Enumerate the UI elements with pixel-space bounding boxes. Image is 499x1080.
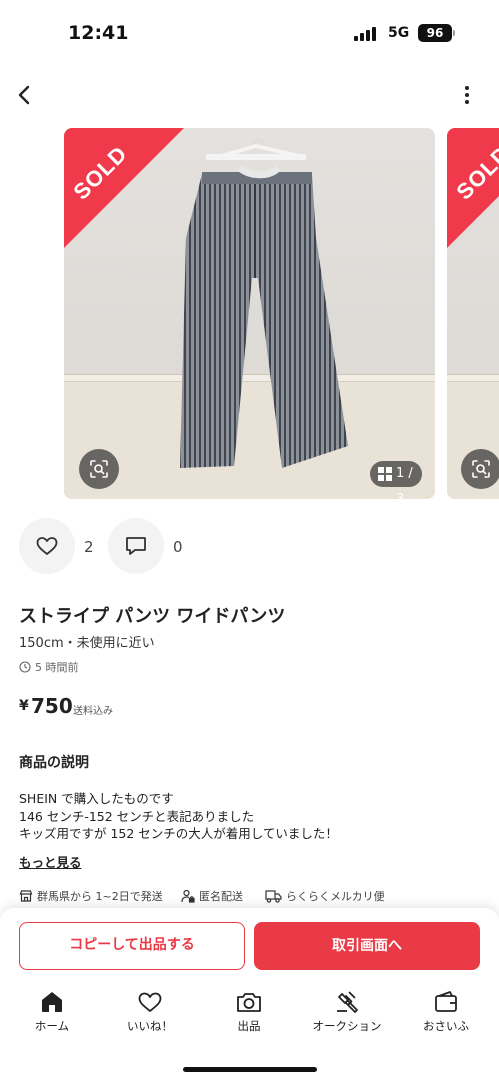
tab-label: おさいふ — [423, 1019, 469, 1033]
tab-label: ホーム — [34, 1019, 70, 1033]
status-bar: 12:41 5G 96 — [0, 0, 499, 64]
battery-icon: 96 — [418, 24, 452, 42]
more-vertical-icon — [465, 86, 469, 104]
heart-icon — [138, 992, 162, 1012]
zoom-button[interactable] — [461, 449, 499, 489]
description-line: SHEIN で購入したものです — [19, 791, 174, 806]
like-count: 2 — [84, 538, 94, 556]
comment-icon — [126, 537, 146, 555]
item-title: ストライプ パンツ ワイドパンツ — [19, 606, 286, 627]
shipping-method-label: らくらくメルカリ便 — [286, 890, 385, 903]
anonymous-shipping: 匿名配送 — [181, 888, 243, 904]
more-options-button[interactable] — [454, 80, 480, 110]
scan-icon — [472, 460, 490, 478]
grid-icon — [378, 467, 392, 481]
price: 750 — [31, 694, 73, 718]
clock-icon — [19, 661, 31, 673]
wallet-icon — [435, 991, 457, 1012]
network-label: 5G — [388, 25, 410, 41]
battery-tip — [453, 30, 455, 36]
posted-time: 5 時間前 — [19, 659, 79, 675]
tab-home[interactable]: ホーム — [12, 990, 92, 1034]
tab-sell[interactable]: 出品 — [209, 990, 289, 1034]
zoom-button[interactable] — [79, 449, 119, 489]
signal-icon — [354, 27, 378, 41]
image-counter[interactable]: 1 / 3 — [370, 461, 422, 499]
bottom-panel: コピーして出品する 取引画面へ ホーム いいね！ 出品 オークション おさいふ — [0, 908, 499, 1080]
description-line: キッズ用ですが 152 センチの大人が着用していました！ — [19, 826, 338, 841]
sold-ribbon: SOLD — [64, 128, 184, 248]
description-text: SHEIN で購入したものです 146 センチ-152 センチと表記ありました … — [19, 790, 338, 843]
home-indicator — [183, 1067, 317, 1072]
sold-ribbon: SOLD — [447, 128, 499, 248]
item-subtitle: 150cm・未使用に近い — [19, 636, 155, 651]
back-button[interactable] — [10, 80, 40, 110]
shipping-origin: 群馬県から 1~2日で発送 — [19, 888, 163, 904]
product-photo-next[interactable]: SOLD — [447, 128, 499, 499]
shipping-origin-label: 群馬県から 1~2日で発送 — [37, 890, 163, 903]
scan-icon — [90, 460, 108, 478]
tab-auction[interactable]: オークション — [307, 990, 387, 1034]
tab-label: いいね！ — [127, 1019, 173, 1033]
shipping-method: らくらくメルカリ便 — [265, 888, 385, 904]
tab-likes[interactable]: いいね！ — [110, 990, 190, 1034]
like-button[interactable] — [19, 518, 75, 574]
person-lock-icon — [181, 889, 195, 903]
comment-button[interactable] — [108, 518, 164, 574]
home-icon — [42, 992, 62, 1012]
trade-screen-button[interactable]: 取引画面へ — [254, 922, 480, 970]
tab-wallet[interactable]: おさいふ — [406, 990, 486, 1034]
price-symbol: ¥ — [19, 698, 29, 714]
see-more-link[interactable]: もっと見る — [19, 852, 82, 871]
anonymous-shipping-label: 匿名配送 — [199, 890, 243, 903]
status-time: 12:41 — [68, 22, 129, 44]
truck-icon — [265, 890, 282, 903]
gavel-icon — [337, 991, 358, 1013]
heart-icon — [36, 537, 58, 555]
tab-label: オークション — [312, 1019, 382, 1033]
comment-count: 0 — [173, 538, 183, 556]
shipping-included-note: 送料込み — [73, 706, 113, 717]
copy-and-list-button[interactable]: コピーして出品する — [19, 922, 245, 970]
camera-icon — [237, 993, 261, 1012]
posted-time-label: 5 時間前 — [35, 661, 79, 674]
shop-icon — [19, 890, 33, 902]
product-photo[interactable]: SOLD 1 / 3 — [64, 128, 435, 499]
description-line: 146 センチ-152 センチと表記ありました — [19, 808, 255, 824]
tab-label: 出品 — [237, 1019, 261, 1033]
description-heading: 商品の説明 — [19, 755, 89, 771]
chevron-left-icon — [18, 85, 30, 105]
